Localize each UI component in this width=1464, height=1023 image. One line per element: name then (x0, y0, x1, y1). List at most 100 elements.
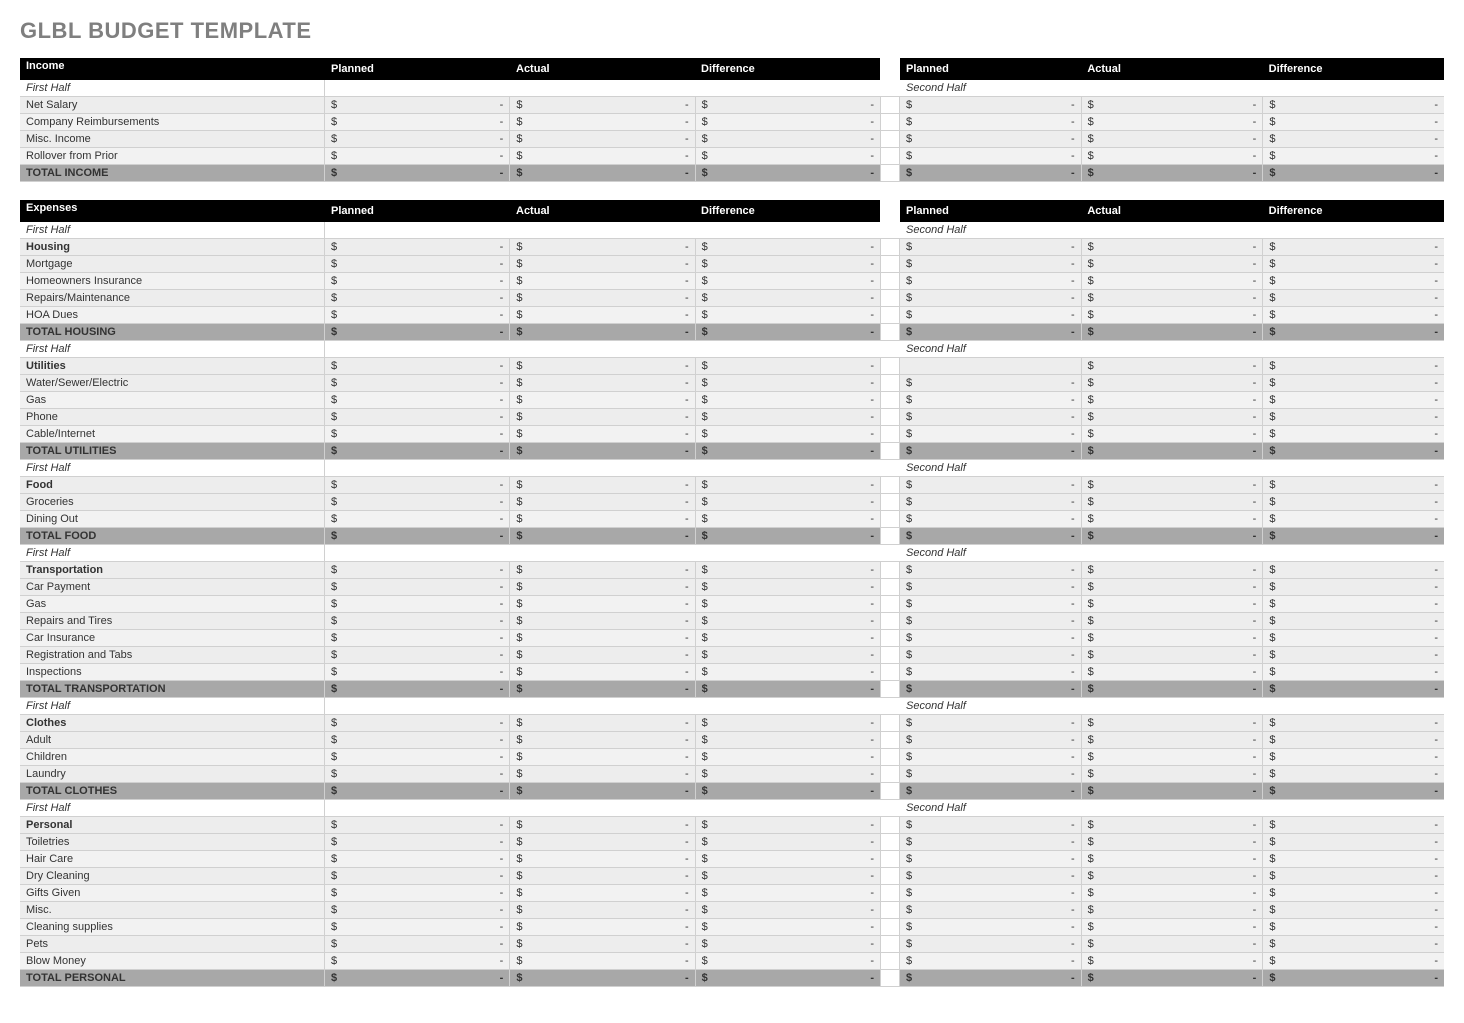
money-cell[interactable]: $- (1262, 392, 1444, 408)
money-cell[interactable]: $- (325, 596, 509, 612)
money-cell[interactable]: $- (1081, 783, 1263, 799)
money-cell[interactable]: $- (695, 494, 880, 510)
money-cell[interactable]: $- (695, 681, 880, 697)
money-cell[interactable]: $- (1262, 148, 1444, 164)
money-cell[interactable]: $- (325, 647, 509, 663)
money-cell[interactable]: $- (325, 715, 509, 731)
money-cell[interactable]: $- (1081, 647, 1263, 663)
money-cell[interactable]: $- (1262, 732, 1444, 748)
money-cell[interactable]: $- (695, 783, 880, 799)
money-cell[interactable]: $- (509, 392, 694, 408)
money-cell[interactable]: $- (695, 511, 880, 527)
money-cell[interactable]: $- (509, 528, 694, 544)
money-cell[interactable]: $- (900, 579, 1081, 595)
money-cell[interactable]: $- (325, 562, 509, 578)
money-cell[interactable]: $- (509, 783, 694, 799)
money-cell[interactable]: $- (509, 307, 694, 323)
money-cell[interactable]: $- (325, 885, 509, 901)
money-cell[interactable]: $- (900, 613, 1081, 629)
money-cell[interactable]: $- (695, 834, 880, 850)
money-cell[interactable]: $- (325, 131, 509, 147)
money-cell[interactable]: $- (1081, 443, 1263, 459)
money-cell[interactable]: $- (900, 681, 1081, 697)
money-cell[interactable]: $- (509, 970, 694, 986)
money-cell[interactable]: $- (325, 834, 509, 850)
money-cell[interactable]: $- (1081, 851, 1263, 867)
money-cell[interactable]: $- (695, 613, 880, 629)
money-cell[interactable]: $- (509, 715, 694, 731)
money-cell[interactable]: $- (509, 97, 694, 113)
money-cell[interactable]: $- (1081, 664, 1263, 680)
money-cell[interactable]: $- (1262, 165, 1444, 181)
money-cell[interactable] (900, 358, 1081, 374)
money-cell[interactable]: $- (1262, 511, 1444, 527)
money-cell[interactable]: $- (900, 256, 1081, 272)
money-cell[interactable]: $- (325, 868, 509, 884)
money-cell[interactable]: $- (695, 307, 880, 323)
money-cell[interactable]: $- (1262, 579, 1444, 595)
money-cell[interactable]: $- (1262, 817, 1444, 833)
money-cell[interactable]: $- (900, 426, 1081, 442)
money-cell[interactable]: $- (325, 919, 509, 935)
money-cell[interactable]: $- (695, 749, 880, 765)
money-cell[interactable]: $- (900, 732, 1081, 748)
money-cell[interactable]: $- (325, 114, 509, 130)
money-cell[interactable]: $- (1262, 936, 1444, 952)
money-cell[interactable]: $- (1081, 256, 1263, 272)
money-cell[interactable]: $- (325, 902, 509, 918)
money-cell[interactable]: $- (900, 409, 1081, 425)
money-cell[interactable]: $- (695, 443, 880, 459)
money-cell[interactable]: $- (1262, 273, 1444, 289)
money-cell[interactable]: $- (1081, 477, 1263, 493)
money-cell[interactable]: $- (325, 579, 509, 595)
money-cell[interactable]: $- (900, 511, 1081, 527)
money-cell[interactable]: $- (325, 256, 509, 272)
money-cell[interactable]: $- (325, 409, 509, 425)
money-cell[interactable]: $- (1262, 868, 1444, 884)
money-cell[interactable]: $- (1262, 919, 1444, 935)
money-cell[interactable]: $- (1081, 165, 1263, 181)
money-cell[interactable]: $- (1081, 409, 1263, 425)
money-cell[interactable]: $- (1081, 919, 1263, 935)
money-cell[interactable]: $- (695, 375, 880, 391)
money-cell[interactable]: $- (1081, 885, 1263, 901)
money-cell[interactable]: $- (900, 970, 1081, 986)
money-cell[interactable]: $- (695, 256, 880, 272)
money-cell[interactable]: $- (1262, 494, 1444, 510)
money-cell[interactable]: $- (695, 919, 880, 935)
money-cell[interactable]: $- (509, 131, 694, 147)
money-cell[interactable]: $- (1262, 290, 1444, 306)
money-cell[interactable]: $- (695, 148, 880, 164)
money-cell[interactable]: $- (900, 630, 1081, 646)
money-cell[interactable]: $- (900, 392, 1081, 408)
money-cell[interactable]: $- (1262, 970, 1444, 986)
money-cell[interactable]: $- (325, 749, 509, 765)
money-cell[interactable]: $- (1081, 97, 1263, 113)
money-cell[interactable]: $- (1081, 324, 1263, 340)
money-cell[interactable]: $- (695, 426, 880, 442)
money-cell[interactable]: $- (325, 290, 509, 306)
money-cell[interactable]: $- (509, 358, 694, 374)
money-cell[interactable]: $- (900, 868, 1081, 884)
money-cell[interactable]: $- (900, 664, 1081, 680)
money-cell[interactable]: $- (900, 749, 1081, 765)
money-cell[interactable]: $- (695, 273, 880, 289)
money-cell[interactable]: $- (1081, 392, 1263, 408)
money-cell[interactable]: $- (1262, 375, 1444, 391)
money-cell[interactable]: $- (695, 324, 880, 340)
money-cell[interactable]: $- (509, 511, 694, 527)
money-cell[interactable]: $- (695, 290, 880, 306)
money-cell[interactable]: $- (325, 443, 509, 459)
money-cell[interactable]: $- (695, 562, 880, 578)
money-cell[interactable]: $- (695, 165, 880, 181)
money-cell[interactable]: $- (509, 256, 694, 272)
money-cell[interactable]: $- (1262, 902, 1444, 918)
money-cell[interactable]: $- (695, 97, 880, 113)
money-cell[interactable]: $- (509, 375, 694, 391)
money-cell[interactable]: $- (1081, 375, 1263, 391)
money-cell[interactable]: $- (900, 885, 1081, 901)
money-cell[interactable]: $- (695, 868, 880, 884)
money-cell[interactable]: $- (509, 596, 694, 612)
money-cell[interactable]: $- (1262, 114, 1444, 130)
money-cell[interactable]: $- (695, 851, 880, 867)
